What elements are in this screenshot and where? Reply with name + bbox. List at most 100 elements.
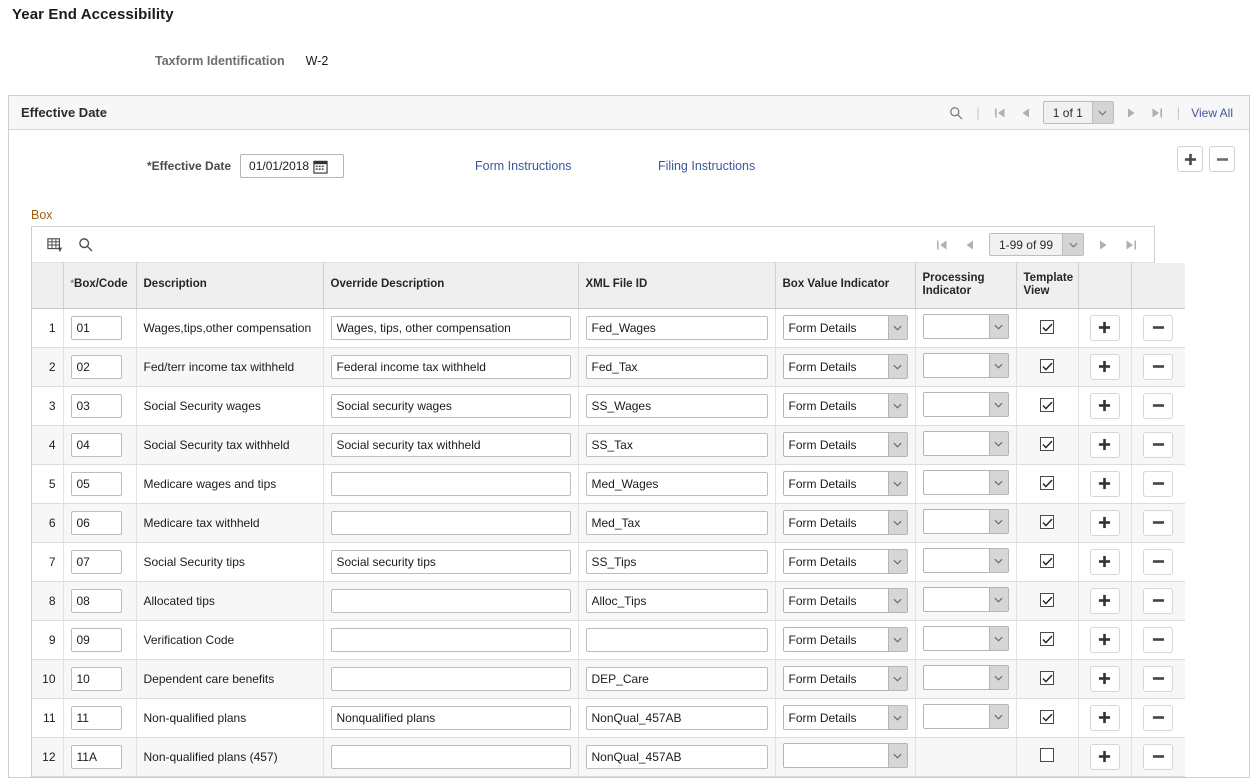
dropdown[interactable]: Form Details	[782, 510, 908, 535]
effective-date-page-selector[interactable]: 1 of 1	[1042, 101, 1114, 124]
chevron-down-icon[interactable]	[887, 550, 907, 573]
dropdown[interactable]: Form Details	[782, 315, 908, 340]
override-description-input[interactable]	[330, 510, 571, 535]
dropdown[interactable]	[782, 743, 908, 768]
template-view-checkbox[interactable]	[1040, 632, 1054, 647]
remove-row-button[interactable]	[1143, 314, 1174, 341]
grid-next-page-icon[interactable]	[1088, 233, 1118, 257]
chevron-down-icon[interactable]	[887, 472, 907, 495]
dropdown[interactable]: Form Details	[782, 432, 908, 457]
template-view-checkbox[interactable]	[1040, 671, 1054, 686]
add-row-button[interactable]	[1089, 431, 1120, 458]
template-view-checkbox[interactable]	[1040, 398, 1054, 413]
chevron-down-icon[interactable]	[887, 628, 907, 651]
chevron-down-icon[interactable]	[887, 394, 907, 417]
chevron-down-icon[interactable]	[988, 393, 1008, 416]
remove-row-button[interactable]	[1143, 743, 1174, 770]
xml-file-id-input[interactable]	[585, 315, 768, 340]
chevron-down-icon[interactable]	[988, 315, 1008, 338]
dropdown[interactable]	[922, 626, 1009, 651]
xml-file-id-input[interactable]	[585, 471, 768, 496]
chevron-down-icon[interactable]	[988, 471, 1008, 494]
dropdown[interactable]: Form Details	[782, 588, 908, 613]
xml-file-id-input[interactable]	[585, 705, 768, 730]
add-row-button[interactable]	[1089, 743, 1120, 770]
chevron-down-icon[interactable]	[887, 667, 907, 690]
add-effective-date-button[interactable]	[1177, 146, 1203, 172]
dropdown[interactable]	[922, 704, 1009, 729]
box-code-input[interactable]	[70, 588, 122, 613]
box-code-input[interactable]	[70, 666, 122, 691]
add-row-button[interactable]	[1089, 392, 1120, 419]
dropdown[interactable]: Form Details	[782, 549, 908, 574]
xml-file-id-input[interactable]	[585, 627, 768, 652]
grid-search-icon[interactable]	[70, 232, 100, 258]
box-code-input[interactable]	[70, 315, 122, 340]
add-row-button[interactable]	[1089, 470, 1120, 497]
effective-date-field[interactable]	[240, 154, 345, 178]
remove-effective-date-button[interactable]	[1209, 146, 1235, 172]
view-all-link[interactable]: View All	[1187, 106, 1241, 120]
template-view-checkbox[interactable]	[1040, 359, 1054, 374]
grid-previous-page-icon[interactable]	[955, 233, 985, 257]
chevron-down-icon[interactable]	[988, 354, 1008, 377]
box-code-input[interactable]	[70, 393, 122, 418]
template-view-checkbox[interactable]	[1040, 437, 1054, 452]
override-description-input[interactable]	[330, 705, 571, 730]
add-row-button[interactable]	[1089, 509, 1120, 536]
override-description-input[interactable]	[330, 315, 571, 340]
add-row-button[interactable]	[1089, 314, 1120, 341]
grid-first-page-icon[interactable]	[929, 233, 955, 257]
chevron-down-icon[interactable]	[988, 432, 1008, 455]
template-view-checkbox[interactable]	[1040, 515, 1054, 530]
dropdown[interactable]	[922, 431, 1009, 456]
override-description-input[interactable]	[330, 354, 571, 379]
add-row-button[interactable]	[1089, 626, 1120, 653]
grid-last-page-icon[interactable]	[1118, 233, 1144, 257]
chevron-down-icon[interactable]	[988, 627, 1008, 650]
chevron-down-icon[interactable]	[988, 666, 1008, 689]
override-description-input[interactable]	[330, 744, 571, 769]
box-code-input[interactable]	[70, 627, 122, 652]
add-row-button[interactable]	[1089, 548, 1120, 575]
dropdown[interactable]	[922, 353, 1009, 378]
add-row-button[interactable]	[1089, 587, 1120, 614]
add-row-button[interactable]	[1089, 353, 1120, 380]
template-view-checkbox[interactable]	[1040, 320, 1054, 335]
first-page-icon[interactable]	[987, 101, 1013, 125]
chevron-down-icon[interactable]	[988, 549, 1008, 572]
xml-file-id-input[interactable]	[585, 666, 768, 691]
remove-row-button[interactable]	[1143, 587, 1174, 614]
box-code-input[interactable]	[70, 549, 122, 574]
xml-file-id-input[interactable]	[585, 510, 768, 535]
template-view-checkbox[interactable]	[1040, 593, 1054, 608]
remove-row-button[interactable]	[1143, 431, 1174, 458]
filing-instructions-link[interactable]: Filing Instructions	[658, 159, 755, 173]
remove-row-button[interactable]	[1143, 392, 1174, 419]
add-row-button[interactable]	[1089, 704, 1120, 731]
override-description-input[interactable]	[330, 471, 571, 496]
next-page-icon[interactable]	[1118, 101, 1144, 125]
remove-row-button[interactable]	[1143, 665, 1174, 692]
box-code-input[interactable]	[70, 744, 122, 769]
chevron-down-icon[interactable]	[887, 316, 907, 339]
chevron-down-icon[interactable]	[887, 744, 907, 767]
xml-file-id-input[interactable]	[585, 432, 768, 457]
chevron-down-icon[interactable]	[988, 510, 1008, 533]
remove-row-button[interactable]	[1143, 509, 1174, 536]
box-code-input[interactable]	[70, 705, 122, 730]
chevron-down-icon[interactable]	[887, 433, 907, 456]
xml-file-id-input[interactable]	[585, 549, 768, 574]
override-description-input[interactable]	[330, 666, 571, 691]
search-icon[interactable]	[943, 101, 969, 125]
dropdown[interactable]	[922, 392, 1009, 417]
dropdown[interactable]	[922, 314, 1009, 339]
override-description-input[interactable]	[330, 549, 571, 574]
form-instructions-link[interactable]: Form Instructions	[475, 159, 572, 173]
box-code-input[interactable]	[70, 354, 122, 379]
dropdown[interactable]	[922, 470, 1009, 495]
remove-row-button[interactable]	[1143, 548, 1174, 575]
xml-file-id-input[interactable]	[585, 588, 768, 613]
dropdown[interactable]	[922, 665, 1009, 690]
chevron-down-icon[interactable]	[887, 589, 907, 612]
